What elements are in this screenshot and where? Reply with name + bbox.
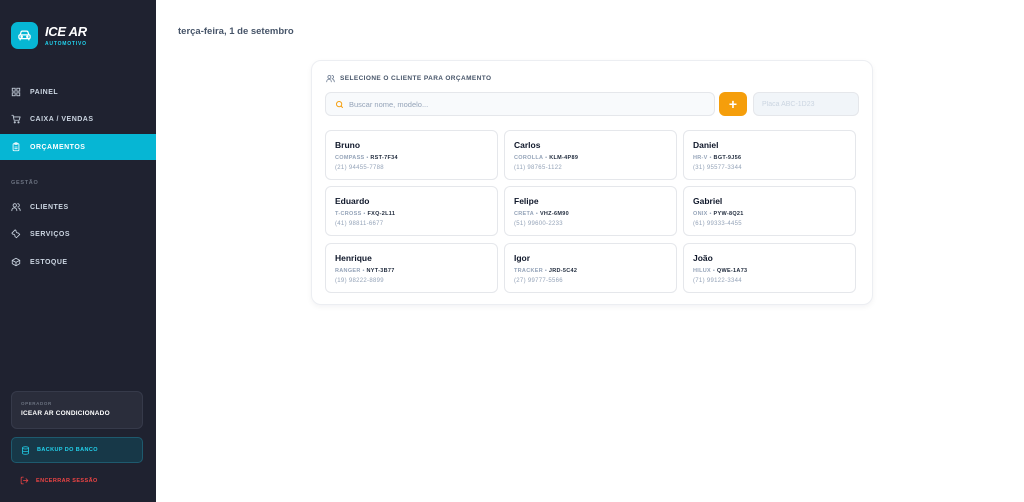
client-name: Carlos <box>514 140 541 150</box>
client-model: COMPASS <box>335 155 365 161</box>
client-model: T-CROSS <box>335 211 362 217</box>
client-plate: RST-7F34 <box>370 155 398 161</box>
client-vehicle: HR-V • BGT-9J56 <box>693 155 855 161</box>
client-phone: (61) 99333-4455 <box>693 221 742 227</box>
client-vehicle: COMPASS • RST-7F34 <box>335 155 497 161</box>
backup-button[interactable]: BACKUP DO BANCO <box>11 437 143 463</box>
client-card[interactable]: Carlos COROLLA • KLM-4P89 (11) 98765-1122 <box>504 130 677 180</box>
brand-subtitle: AUTOMOTIVO <box>45 40 87 47</box>
search-input[interactable] <box>349 99 689 109</box>
nav-label-caixa: CAIXA / VENDAS <box>30 115 94 123</box>
client-name: Henrique <box>335 253 372 263</box>
client-plate: KLM-4P89 <box>549 155 579 161</box>
plate-input[interactable] <box>762 100 854 108</box>
cart-icon <box>11 114 21 124</box>
client-phone: (19) 98222-8899 <box>335 278 384 284</box>
box-icon <box>11 257 21 267</box>
nav-label-clientes: CLIENTES <box>30 203 69 211</box>
client-card[interactable]: Bruno COMPASS • RST-7F34 (21) 94455-7788 <box>325 130 498 180</box>
dashboard-icon <box>11 87 21 97</box>
operator-name: ICEAR AR CONDICIONADO <box>21 410 110 417</box>
client-vehicle: CRETA • VHZ-6M90 <box>514 211 676 217</box>
operator-label: OPERADOR <box>21 401 52 406</box>
client-plate: NYT-3B77 <box>366 268 395 274</box>
client-card[interactable]: Gabriel ONIX • PYW-8Q21 (61) 99333-4455 <box>683 186 856 236</box>
client-card[interactable]: Henrique RANGER • NYT-3B77 (19) 98222-8899 <box>325 243 498 293</box>
database-icon <box>22 445 29 455</box>
client-card[interactable]: Eduardo T-CROSS • FXQ-2L11 (41) 98811-6677 <box>325 186 498 236</box>
client-model: COROLLA <box>514 155 544 161</box>
clipboard-icon <box>12 142 20 152</box>
panel-title-text: SELECIONE O CLIENTE PARA ORÇAMENTO <box>340 75 492 82</box>
logout-label: ENCERRAR SESSÃO <box>36 477 98 484</box>
backup-label: BACKUP DO BANCO <box>37 447 98 453</box>
client-phone: (21) 94455-7788 <box>335 165 384 171</box>
section-label-gestao: GESTÃO <box>11 180 39 186</box>
client-name: Daniel <box>693 140 719 150</box>
wrench-icon <box>11 229 21 239</box>
client-phone: (31) 95577-3344 <box>693 165 742 171</box>
client-plate: BGT-9J56 <box>713 155 742 161</box>
nav-item-servicos[interactable]: SERVIÇOS <box>0 221 156 247</box>
client-plate: QWE-1A73 <box>716 268 748 274</box>
nav-item-caixa[interactable]: CAIXA / VENDAS <box>0 106 156 132</box>
client-model: HILUX <box>693 268 711 274</box>
client-phone: (27) 99777-5566 <box>514 278 563 284</box>
client-plate: JRD-5C42 <box>548 268 578 274</box>
client-vehicle: COROLLA • KLM-4P89 <box>514 155 676 161</box>
users-icon <box>326 75 335 83</box>
client-model: ONIX <box>693 211 708 217</box>
nav-label-painel: PAINEL <box>30 88 59 96</box>
sidebar: ICE AR AUTOMOTIVO PAINEL CAIXA / VENDAS … <box>0 0 156 502</box>
client-phone: (41) 98811-6677 <box>335 221 384 227</box>
client-phone: (71) 99122-3344 <box>693 278 742 284</box>
client-plate: VHZ-6M90 <box>539 211 569 217</box>
client-name: Eduardo <box>335 196 370 206</box>
client-name: Igor <box>514 253 531 263</box>
nav-item-painel[interactable]: PAINEL <box>0 79 156 105</box>
car-icon <box>11 22 38 49</box>
client-plate: PYW-8Q21 <box>713 211 744 217</box>
logout-button[interactable]: ENCERRAR SESSÃO <box>20 476 98 485</box>
brand[interactable]: ICE AR AUTOMOTIVO <box>11 22 87 49</box>
client-phone: (51) 99600-2233 <box>514 221 563 227</box>
users-icon <box>11 203 21 212</box>
logout-icon <box>20 476 29 485</box>
client-vehicle: HILUX • QWE-1A73 <box>693 268 855 274</box>
nav-label-orcamentos: ORÇAMENTOS <box>30 143 86 151</box>
client-vehicle: ONIX • PYW-8Q21 <box>693 211 855 217</box>
panel-title: SELECIONE O CLIENTE PARA ORÇAMENTO <box>326 74 491 83</box>
client-phone: (11) 98765-1122 <box>514 165 562 171</box>
client-plate: FXQ-2L11 <box>367 211 396 217</box>
client-name: João <box>693 253 713 263</box>
nav-label-servicos: SERVIÇOS <box>30 230 71 238</box>
client-vehicle: RANGER • NYT-3B77 <box>335 268 497 274</box>
add-client-button[interactable]: + <box>719 92 747 116</box>
client-vehicle: TRACKER • JRD-5C42 <box>514 268 676 274</box>
client-name: Gabriel <box>693 196 723 206</box>
client-card[interactable]: Igor TRACKER • JRD-5C42 (27) 99777-5566 <box>504 243 677 293</box>
search-icon <box>336 100 343 108</box>
client-card[interactable]: João HILUX • QWE-1A73 (71) 99122-3344 <box>683 243 856 293</box>
brand-name: ICE AR <box>45 23 87 39</box>
nav-item-estoque[interactable]: ESTOQUE <box>0 249 156 275</box>
search-box[interactable] <box>325 92 715 116</box>
client-name: Bruno <box>335 140 361 150</box>
client-card[interactable]: Felipe CRETA • VHZ-6M90 (51) 99600-2233 <box>504 186 677 236</box>
client-model: CRETA <box>514 211 535 217</box>
client-select-panel: SELECIONE O CLIENTE PARA ORÇAMENTO + Bru… <box>311 60 873 305</box>
client-model: TRACKER <box>514 268 543 274</box>
nav-label-estoque: ESTOQUE <box>30 258 68 266</box>
client-name: Felipe <box>514 196 539 206</box>
nav-item-clientes[interactable]: CLIENTES <box>0 194 156 220</box>
plate-box[interactable] <box>753 92 859 116</box>
nav-item-orcamentos[interactable]: ORÇAMENTOS <box>0 134 156 160</box>
client-vehicle: T-CROSS • FXQ-2L11 <box>335 211 497 217</box>
client-model: RANGER <box>335 268 361 274</box>
client-card[interactable]: Daniel HR-V • BGT-9J56 (31) 95577-3344 <box>683 130 856 180</box>
current-date: terça-feira, 1 de setembro <box>178 26 294 37</box>
client-model: HR-V <box>693 155 708 161</box>
operator-card: OPERADOR ICEAR AR CONDICIONADO <box>11 391 143 429</box>
